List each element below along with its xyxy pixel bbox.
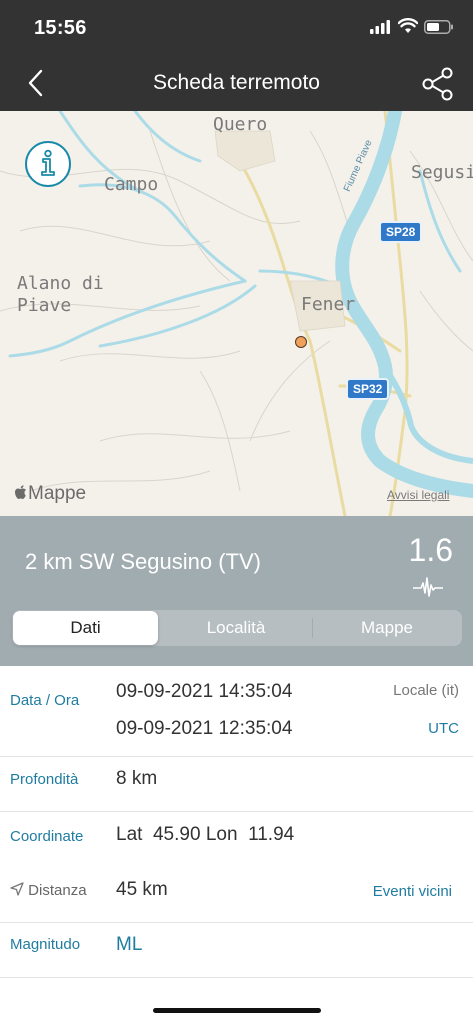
map-label-fener: Fener <box>301 294 356 315</box>
maps-brand: Mappe <box>14 483 86 505</box>
road-badge-sp28: SP28 <box>379 221 423 243</box>
lat-label: Lat <box>116 824 143 845</box>
distance-label-group: Distanza <box>10 882 87 899</box>
status-time: 15:56 <box>34 17 87 39</box>
depth-label: Profondità <box>10 771 79 788</box>
datetime-row: Data / Ora 09-09-2021 14:35:04 Locale (i… <box>0 666 473 757</box>
map-view[interactable]: Quero Campo Segusi Alano di Piave Fener … <box>0 111 473 516</box>
depth-value: 8 km <box>116 768 158 789</box>
cellular-signal-icon <box>370 20 390 34</box>
utc-toggle[interactable]: UTC <box>428 720 459 737</box>
lon-value: 11.94 <box>248 824 295 845</box>
magnitude-label: Magnitudo <box>10 936 81 953</box>
tab-mappe[interactable]: Mappe <box>313 610 461 646</box>
wifi-icon <box>398 18 418 33</box>
utc-time-value: 09-09-2021 12:35:04 <box>116 718 293 739</box>
status-bar: 15:56 <box>0 0 473 56</box>
event-summary: 2 km SW Segusino (TV) 1.6 Dati Località … <box>0 516 473 666</box>
map-label-segusino: Segusi <box>411 162 473 183</box>
datetime-label: Data / Ora <box>10 692 80 709</box>
legal-notices-link[interactable]: Avvisi legali <box>387 488 449 502</box>
coordinates-row: Coordinate Lat 45.90 Lon 11.94 Distanza … <box>0 811 473 923</box>
share-icon[interactable] <box>420 66 456 102</box>
info-button[interactable] <box>25 141 71 187</box>
map-label-campo: Campo <box>104 174 159 195</box>
nearby-events-link[interactable]: Eventi vicini <box>373 883 452 900</box>
page-title: Scheda terremoto <box>153 71 320 94</box>
map-label-alano-di-piave: Alano di Piave <box>17 273 104 316</box>
tab-localita[interactable]: Località <box>162 610 310 646</box>
road-badge-sp32: SP32 <box>346 378 390 400</box>
apple-logo-icon <box>15 485 26 499</box>
lat-value: 45.90 <box>152 824 201 845</box>
map-label-quero: Quero <box>213 114 268 135</box>
magnitude-row: Magnitudo ML <box>0 922 473 978</box>
tab-dati[interactable]: Dati <box>13 611 158 645</box>
distance-label: Distanza <box>28 882 87 899</box>
local-time-value: 09-09-2021 14:35:04 <box>116 681 293 702</box>
segmented-tabs: Dati Località Mappe <box>12 610 462 646</box>
magnitude-type-link[interactable]: ML <box>116 934 142 956</box>
seismograph-icon <box>413 577 443 597</box>
coordinates-value: Lat 45.90 Lon 11.94 <box>116 824 294 846</box>
maps-brand-label: Mappe <box>28 483 87 504</box>
epicenter-marker[interactable] <box>295 336 307 348</box>
location-arrow-icon <box>10 882 24 896</box>
info-icon <box>41 149 55 176</box>
depth-row: Profondità 8 km <box>0 756 473 812</box>
lon-label: Lon <box>205 824 238 845</box>
home-indicator <box>153 1008 321 1013</box>
coordinates-label: Coordinate <box>10 828 84 845</box>
distance-value: 45 km <box>116 879 168 900</box>
nav-bar: Scheda terremoto <box>0 56 473 111</box>
event-magnitude: 1.6 <box>408 532 453 568</box>
battery-icon <box>424 20 453 34</box>
event-location: 2 km SW Segusino (TV) <box>25 549 261 574</box>
local-time-tag: Locale (it) <box>393 682 459 699</box>
